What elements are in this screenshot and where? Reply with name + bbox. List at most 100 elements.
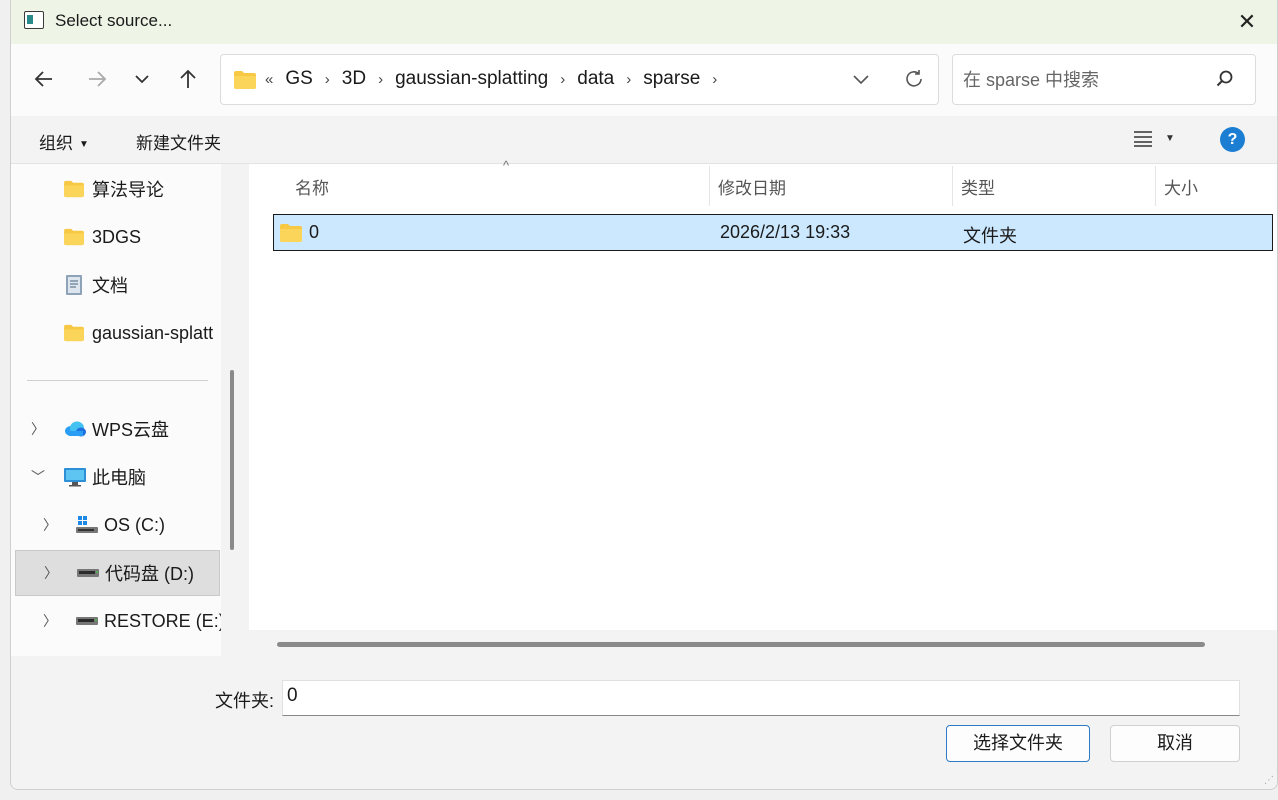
chevron-right-icon[interactable]: › — [560, 71, 565, 88]
sidebar-item-wps[interactable]: 〉 WPS云盘 — [11, 406, 219, 452]
pane-splitter[interactable] — [221, 164, 249, 656]
organize-menu[interactable]: 组织 ▼ — [39, 129, 89, 154]
sidebar-item-label: RESTORE (E:) — [104, 610, 221, 631]
chevron-right-icon[interactable]: 〉 — [43, 515, 57, 535]
search-box[interactable] — [952, 54, 1256, 105]
list-view-icon — [1134, 131, 1152, 147]
sidebar-item-label: WPS云盘 — [92, 420, 170, 440]
sidebar-item-gaussian-splatting[interactable]: gaussian-splatt — [11, 310, 219, 356]
title-bar: Select source... ✕ — [11, 0, 1277, 44]
sidebar-item-label: 此电脑 — [92, 468, 146, 488]
up-button[interactable] — [173, 64, 203, 94]
back-button[interactable] — [29, 64, 59, 94]
column-divider[interactable] — [952, 166, 953, 206]
horizontal-scrollbar-thumb[interactable] — [277, 642, 1205, 647]
sidebar-item-label: 算法导论 — [92, 180, 164, 200]
folder-icon — [63, 228, 85, 246]
folder-field-label: 文件夹: — [215, 691, 275, 711]
file-modified: 2026/2/13 19:33 — [720, 222, 851, 242]
file-name: 0 — [309, 222, 320, 242]
breadcrumb-item[interactable]: data — [577, 68, 614, 90]
folder-icon — [63, 180, 85, 198]
sidebar-divider — [27, 380, 208, 381]
sidebar-item-drive-e[interactable]: 〉 RESTORE (E:) — [11, 598, 221, 644]
forward-button[interactable] — [82, 64, 112, 94]
sidebar-item-3dgs[interactable]: 3DGS — [11, 214, 219, 260]
chevron-right-icon[interactable]: 〉 — [43, 611, 57, 631]
computer-icon — [63, 467, 87, 487]
drive-icon — [76, 567, 100, 579]
breadcrumb-item[interactable]: 3D — [342, 68, 366, 90]
address-bar[interactable]: « GS › 3D › gaussian-splatting › data › … — [220, 54, 939, 105]
table-row[interactable]: 0 2026/2/13 19:33 文件夹 — [273, 214, 1273, 251]
search-input[interactable] — [963, 68, 1203, 92]
folder-icon — [234, 71, 256, 89]
breadcrumb-item[interactable]: sparse — [643, 68, 700, 90]
file-list: ^ 名称 修改日期 类型 大小 0 2026/2/13 19:33 文件夹 — [249, 158, 1277, 656]
column-header-size[interactable]: 大小 — [1164, 174, 1198, 199]
folder-icon — [279, 223, 303, 248]
command-bar: 组织 ▼ 新建文件夹 ▼ ? — [11, 116, 1277, 164]
breadcrumb-overflow[interactable]: « — [265, 71, 273, 88]
sidebar-scrollbar[interactable] — [230, 370, 234, 550]
sidebar-item-drive-c[interactable]: 〉 OS (C:) — [11, 502, 219, 548]
column-header-modified[interactable]: 修改日期 — [718, 174, 786, 199]
folder-icon — [63, 324, 85, 342]
close-button[interactable]: ✕ — [1233, 8, 1261, 36]
horizontal-scrollbar[interactable] — [249, 630, 1277, 656]
help-button[interactable]: ? — [1220, 127, 1245, 152]
cancel-button[interactable]: 取消 — [1110, 725, 1240, 762]
document-icon — [65, 274, 83, 296]
sidebar-item-label: OS (C:) — [104, 514, 165, 535]
folder-name-input[interactable]: 0 — [282, 680, 1240, 716]
sidebar-item-label: 文档 — [92, 276, 128, 296]
chevron-right-icon[interactable]: › — [626, 71, 631, 88]
caret-down-icon: ▼ — [79, 139, 89, 151]
app-icon — [24, 11, 44, 29]
view-options-button[interactable]: ▼ — [1133, 128, 1175, 148]
chevron-right-icon[interactable]: › — [712, 71, 717, 88]
file-type: 文件夹 — [963, 226, 1017, 246]
navigation-pane: 算法导论 3DGS 文档 gaussian-splatt 〉 WPS云盘 ﹀ 此… — [11, 164, 221, 656]
chevron-right-icon[interactable]: › — [378, 71, 383, 88]
sidebar-item-label: gaussian-splatt — [92, 322, 214, 343]
resize-grip-icon[interactable]: ⋰ — [1264, 775, 1274, 786]
up-arrow-icon — [180, 69, 196, 88]
sidebar-item-this-pc[interactable]: ﹀ 此电脑 — [11, 454, 219, 500]
search-icon[interactable] — [1215, 69, 1235, 89]
navigation-bar: « GS › 3D › gaussian-splatting › data › … — [11, 44, 1277, 116]
file-dialog-window: Select source... ✕ « GS › 3D › gaussian-… — [10, 0, 1278, 790]
forward-arrow-icon — [89, 71, 107, 87]
select-folder-button[interactable]: 选择文件夹 — [946, 725, 1090, 762]
chevron-right-icon[interactable]: › — [325, 71, 330, 88]
sidebar-item-documents[interactable]: 文档 — [11, 262, 219, 308]
windows-drive-icon — [75, 515, 99, 535]
chevron-down-icon[interactable]: ﹀ — [31, 467, 45, 487]
dialog-footer: 文件夹: 0 选择文件夹 取消 ⋰ — [11, 656, 1277, 789]
column-header-name[interactable]: 名称 — [295, 174, 329, 199]
column-divider[interactable] — [709, 166, 710, 206]
caret-down-icon: ▼ — [1165, 132, 1175, 144]
breadcrumb-item[interactable]: GS — [285, 68, 312, 90]
chevron-down-icon — [135, 75, 149, 84]
sidebar-item-drive-d[interactable]: 〉 代码盘 (D:) — [15, 550, 220, 596]
chevron-right-icon[interactable]: 〉 — [44, 563, 58, 583]
breadcrumb-item[interactable]: gaussian-splatting — [395, 68, 548, 90]
breadcrumb: « GS › 3D › gaussian-splatting › data › … — [265, 68, 729, 90]
sidebar-item-label: 代码盘 (D:) — [105, 564, 194, 584]
window-title: Select source... — [55, 11, 173, 30]
address-history-dropdown-icon[interactable] — [851, 69, 871, 89]
chevron-right-icon[interactable]: 〉 — [31, 419, 45, 439]
cloud-icon — [63, 420, 87, 438]
column-header-type[interactable]: 类型 — [961, 174, 995, 199]
column-divider[interactable] — [1155, 166, 1156, 206]
drive-icon — [75, 615, 99, 627]
new-folder-button[interactable]: 新建文件夹 — [136, 129, 221, 154]
sidebar-item-label: 3DGS — [92, 226, 142, 247]
organize-label: 组织 — [39, 134, 73, 153]
refresh-icon[interactable] — [903, 68, 925, 90]
sidebar-item-suanfa[interactable]: 算法导论 — [11, 166, 219, 212]
back-arrow-icon — [34, 71, 52, 87]
sort-ascending-icon: ^ — [503, 158, 510, 173]
recent-locations-button[interactable] — [127, 64, 157, 94]
